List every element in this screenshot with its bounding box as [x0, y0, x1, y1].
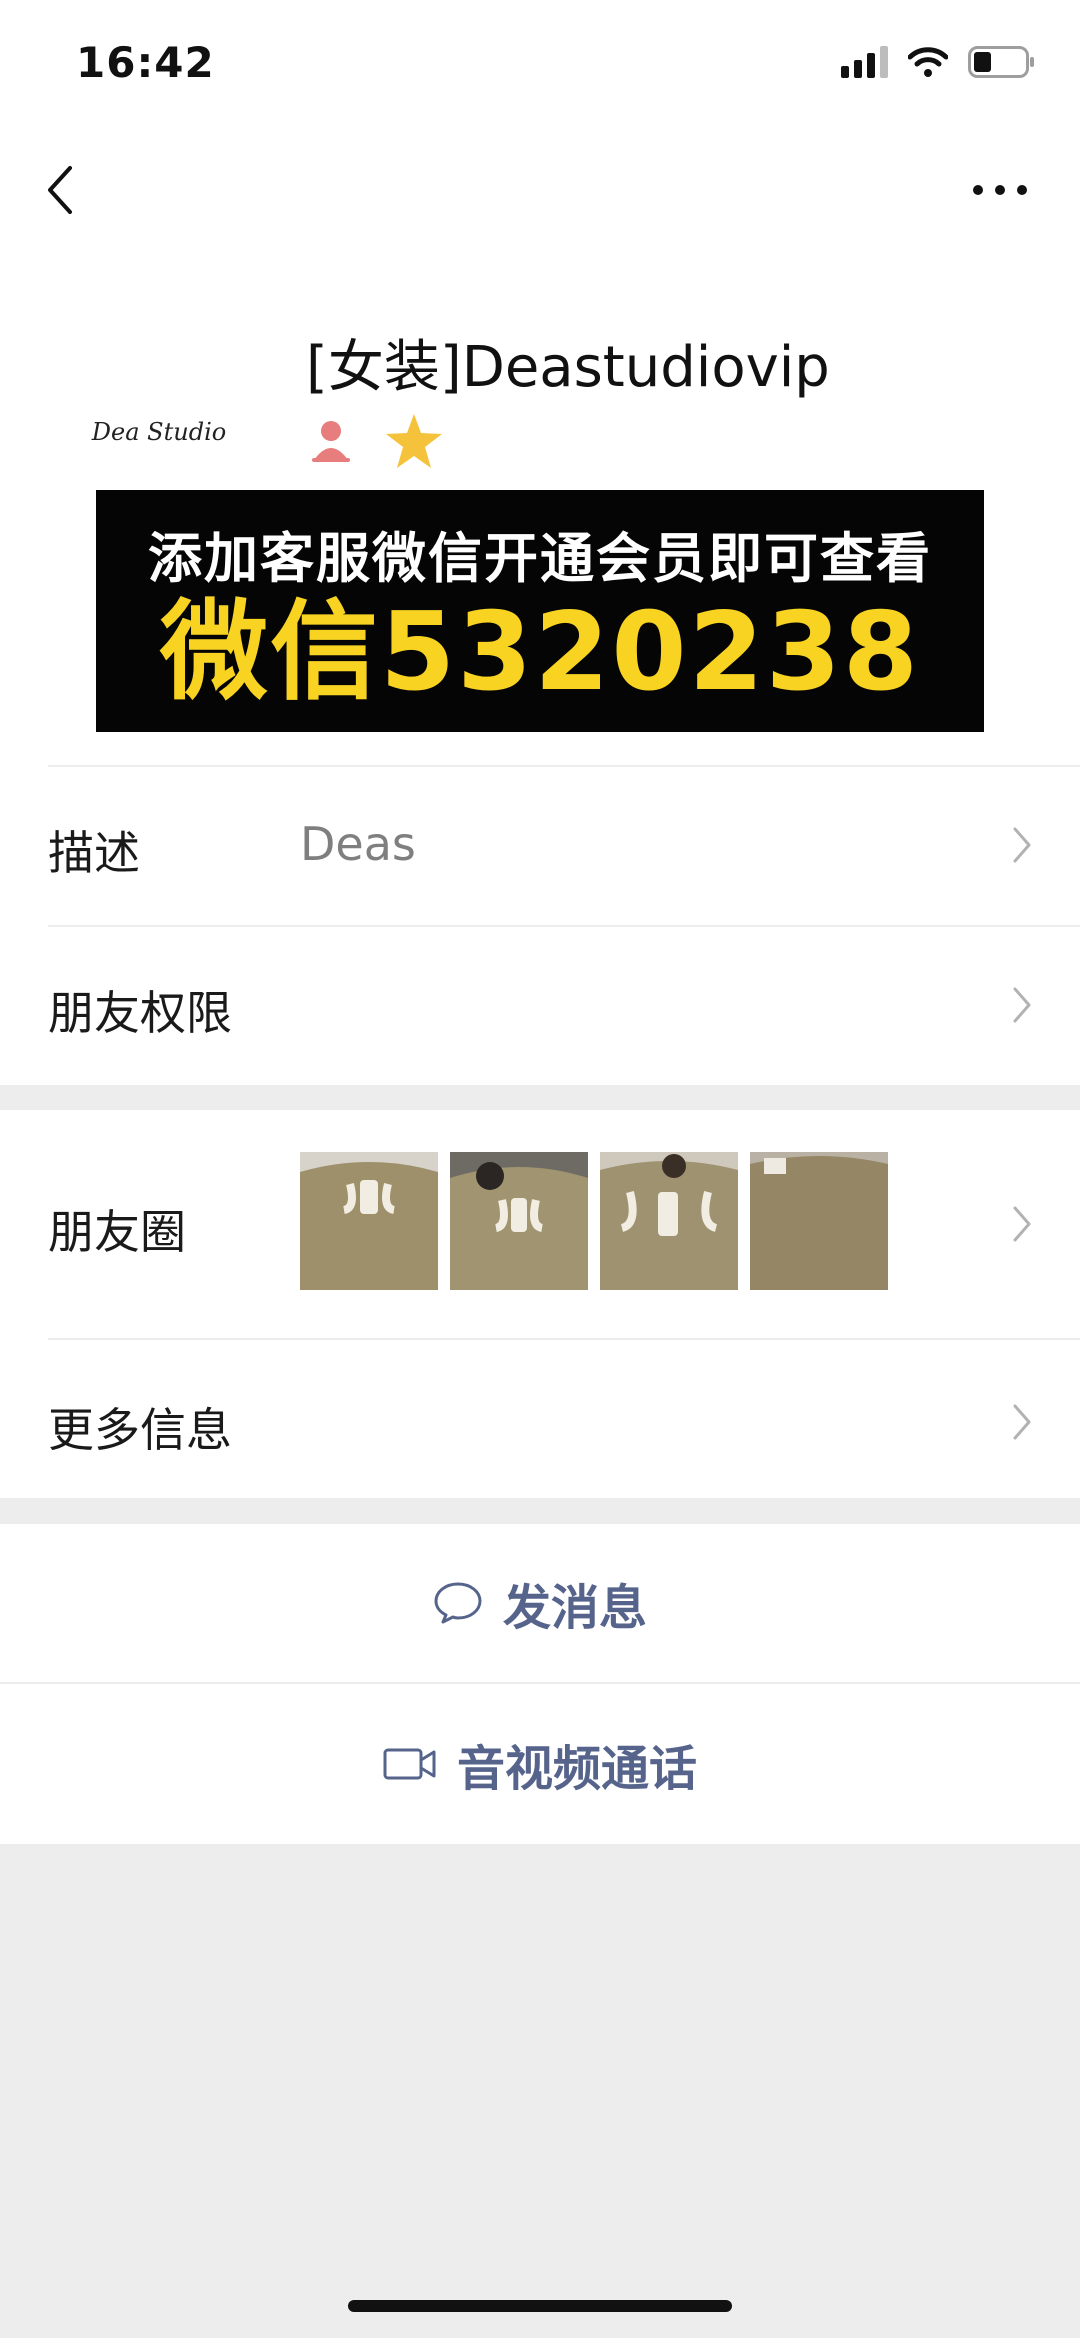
- more-info-row[interactable]: 更多信息: [0, 1338, 1080, 1498]
- promo-banner-line2: 微信5320238: [159, 590, 921, 715]
- chat-bubble-icon: [434, 1582, 482, 1624]
- promo-banner: 添加客服微信开通会员即可查看 微信5320238: [96, 490, 984, 732]
- moment-thumbnail: [450, 1152, 588, 1290]
- battery-icon: [968, 46, 1034, 78]
- send-message-button[interactable]: 发消息: [0, 1524, 1080, 1682]
- friend-permissions-label: 朋友权限: [48, 986, 232, 1040]
- wifi-icon: [908, 47, 948, 77]
- moments-thumbnails: [300, 1152, 888, 1290]
- star-icon: [386, 414, 442, 468]
- moments-row[interactable]: 朋友圈: [0, 1110, 1080, 1338]
- chevron-right-icon: [1013, 987, 1031, 1023]
- person-icon: [312, 421, 350, 462]
- cellular-signal-icon: [841, 46, 888, 78]
- friend-permissions-row[interactable]: 朋友权限: [0, 925, 1080, 1085]
- description-value: Deas: [300, 817, 416, 871]
- description-label: 描述: [48, 826, 140, 880]
- divider: [48, 765, 1080, 767]
- profile-name: [女装]Deastudiovip: [306, 335, 830, 400]
- divider: [48, 925, 1080, 927]
- avatar-logo: Dea Studio: [91, 418, 226, 446]
- chevron-right-icon: [1013, 1404, 1031, 1440]
- chevron-right-icon: [1013, 1206, 1031, 1242]
- moment-thumbnail: [600, 1152, 738, 1290]
- profile-badges: [306, 412, 444, 470]
- video-call-label: 音视频通话: [456, 1741, 697, 1797]
- more-info-label: 更多信息: [48, 1403, 232, 1457]
- description-row[interactable]: 描述 Deas: [0, 765, 1080, 925]
- video-call-button[interactable]: 音视频通话: [0, 1684, 1080, 1844]
- more-options-icon[interactable]: [972, 180, 1028, 200]
- status-icons: [841, 46, 1036, 78]
- promo-banner-line1: 添加客服微信开通会员即可查看: [148, 527, 932, 590]
- moment-thumbnail: [300, 1152, 438, 1290]
- moments-label: 朋友圈: [48, 1205, 186, 1259]
- divider: [48, 1338, 1080, 1340]
- chevron-right-icon: [1013, 827, 1031, 863]
- status-time: 16:42: [76, 38, 215, 87]
- send-message-label: 发消息: [502, 1580, 647, 1636]
- back-arrow-icon[interactable]: [40, 160, 84, 220]
- moment-thumbnail: [750, 1152, 888, 1290]
- video-camera-icon: [383, 1748, 436, 1780]
- avatar-logo-text: Dea Studio: [91, 418, 226, 446]
- home-indicator[interactable]: [348, 2300, 732, 2312]
